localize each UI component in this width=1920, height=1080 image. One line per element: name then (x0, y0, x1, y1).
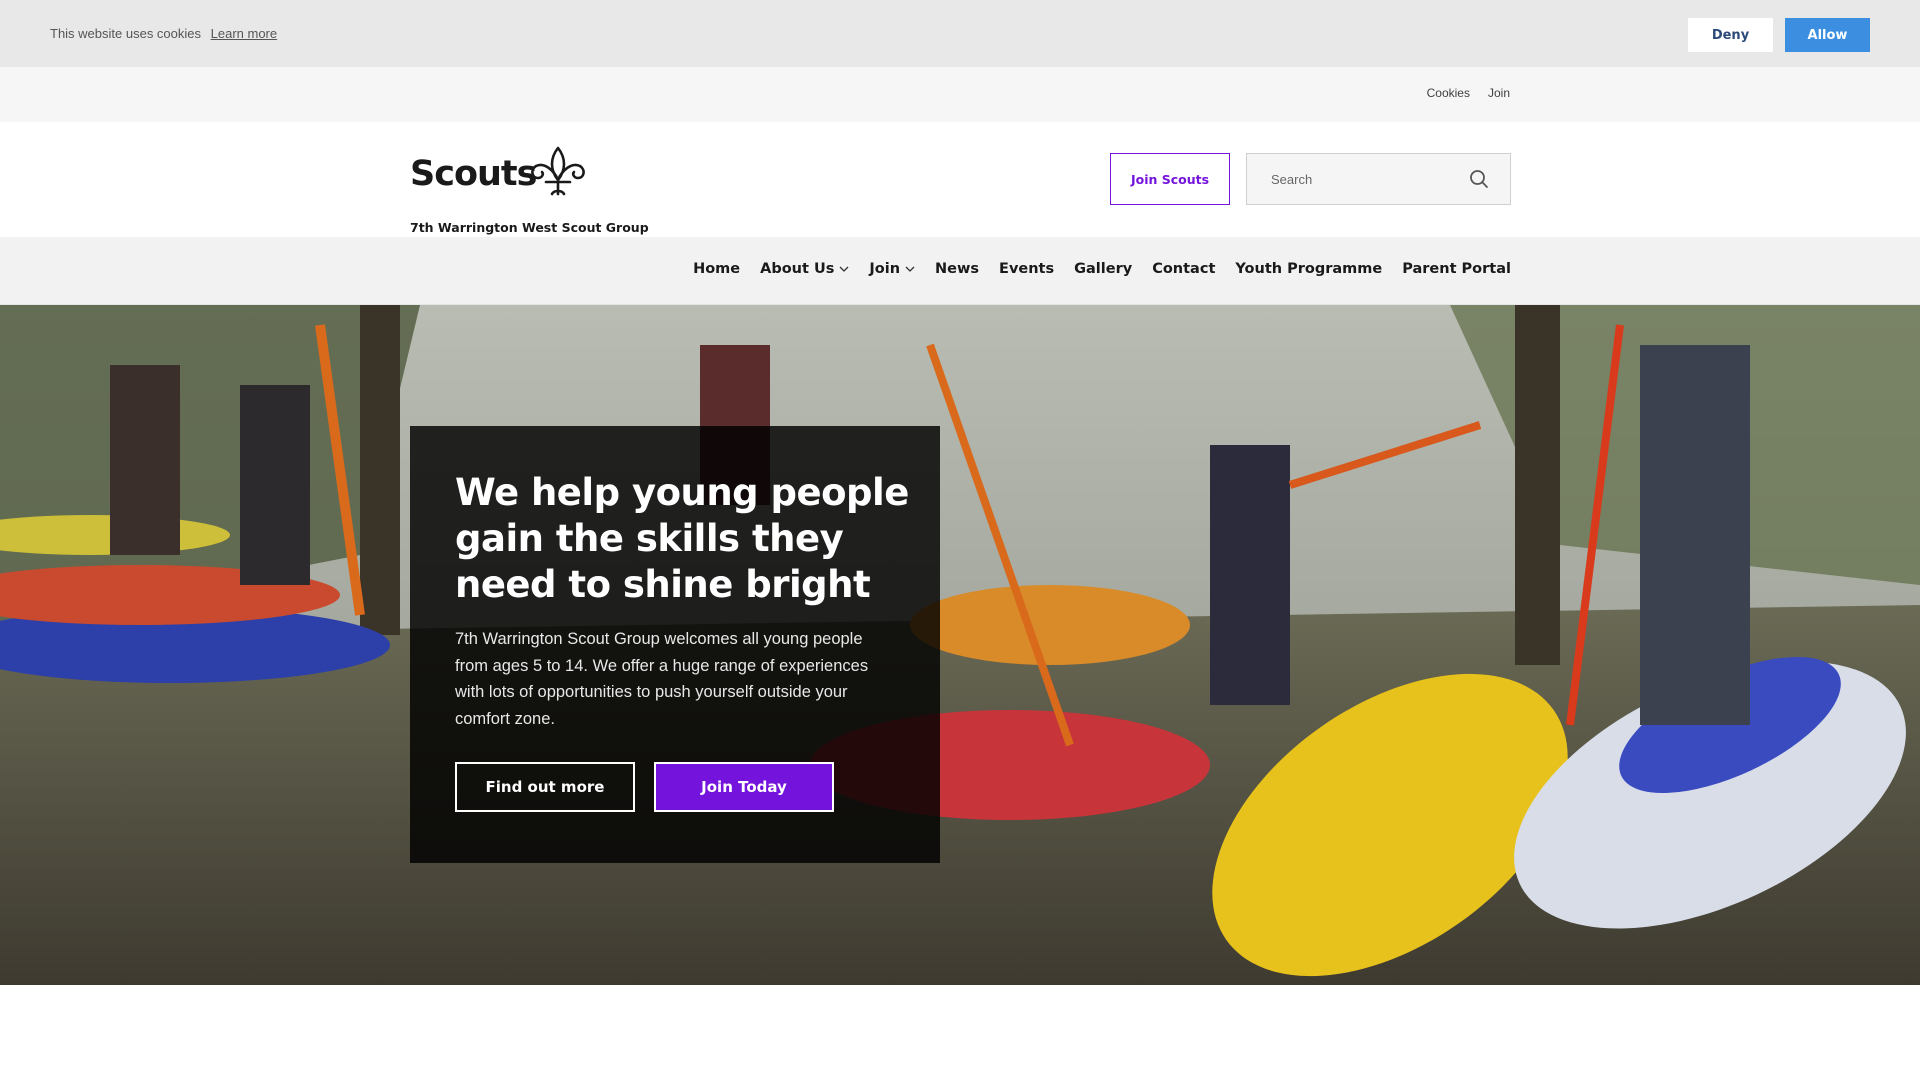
nav-item-label: News (935, 261, 980, 277)
search-input[interactable] (1247, 154, 1462, 204)
nav-item-events[interactable]: Events (999, 261, 1054, 277)
nav-item-contact[interactable]: Contact (1152, 261, 1215, 277)
nav-item-label: Home (693, 261, 741, 277)
nav-item-label: Gallery (1074, 261, 1133, 277)
cookie-message: This website uses cookies Learn more (50, 26, 277, 41)
cookie-learn-more-link[interactable]: Learn more (211, 26, 277, 41)
cookie-banner: This website uses cookies Learn more Den… (0, 0, 1920, 67)
main-nav-items: Home About Us Join News Events Gallery C… (693, 261, 1511, 277)
cookie-allow-button[interactable]: Allow (1785, 18, 1870, 52)
search-box (1246, 153, 1511, 205)
join-today-button[interactable]: Join Today (654, 762, 834, 812)
nav-item-label: Join (869, 261, 901, 277)
nav-item-label: Contact (1152, 261, 1216, 277)
search-icon[interactable] (1468, 168, 1490, 190)
cookie-message-text: This website uses cookies (50, 26, 202, 41)
logo-subtitle: 7th Warrington West Scout Group (410, 220, 649, 235)
hero-body: 7th Warrington Scout Group welcomes all … (455, 630, 869, 728)
nav-item-join[interactable]: Join (869, 261, 915, 277)
nav-item-news[interactable]: News (935, 261, 979, 277)
nav-item-label: Parent Portal (1402, 261, 1511, 277)
hero-title: We help young people gain the skills the… (455, 471, 909, 606)
chevron-down-icon (905, 266, 915, 272)
hero-section: We help young people gain the skills the… (0, 305, 1920, 985)
logo-wordmark: Scouts (410, 154, 537, 194)
chevron-down-icon (839, 266, 849, 272)
utility-link-join[interactable]: Join (1488, 86, 1510, 100)
cookie-deny-button[interactable]: Deny (1688, 18, 1773, 52)
utility-bar: Cookies Join (0, 67, 1920, 122)
nav-item-home[interactable]: Home (693, 261, 740, 277)
nav-item-label: Youth Programme (1235, 261, 1383, 277)
site-header: Scouts 7th Warrington West Scout Group J… (0, 122, 1920, 237)
find-out-more-button[interactable]: Find out more (455, 762, 635, 812)
nav-item-label: About Us (760, 261, 835, 277)
fleur-de-lis-icon (531, 146, 585, 196)
nav-item-youth-programme[interactable]: Youth Programme (1235, 261, 1382, 277)
nav-item-gallery[interactable]: Gallery (1074, 261, 1132, 277)
utility-nav: Cookies Join (1427, 86, 1510, 100)
join-scouts-button[interactable]: Join Scouts (1110, 153, 1230, 205)
nav-item-about-us[interactable]: About Us (760, 261, 849, 277)
hero-panel: We help young people gain the skills the… (410, 426, 940, 863)
hero-background-image (0, 305, 1920, 985)
nav-item-label: Events (999, 261, 1055, 277)
nav-item-parent-portal[interactable]: Parent Portal (1402, 261, 1511, 277)
utility-link-cookies[interactable]: Cookies (1427, 86, 1470, 100)
scouts-logo[interactable]: Scouts 7th Warrington West Scout Group (410, 146, 649, 235)
main-nav: Home About Us Join News Events Gallery C… (0, 237, 1920, 305)
